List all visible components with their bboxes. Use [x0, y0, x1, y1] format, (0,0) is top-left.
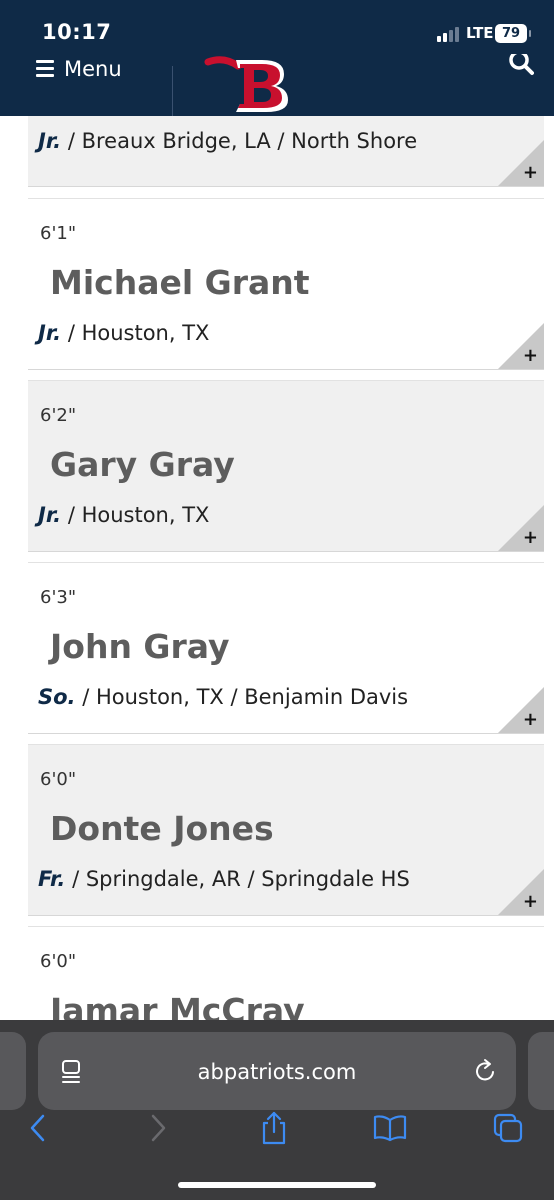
home-indicator [178, 1182, 376, 1188]
player-year: Jr. [38, 503, 62, 527]
menu-label: Menu [64, 57, 122, 78]
player-name[interactable]: John Gray [50, 627, 230, 666]
player-name[interactable]: Donte Jones [50, 809, 274, 848]
expand-toggle[interactable]: + [498, 869, 544, 915]
cellular-signal-icon [437, 27, 459, 42]
previous-tab-preview[interactable] [0, 1032, 26, 1110]
network-type: LTE [466, 24, 494, 42]
team-logo[interactable] [204, 56, 296, 112]
player-details: / Springdale, AR / Springdale HS [65, 867, 410, 891]
plus-icon: + [522, 162, 538, 183]
player-details: / Houston, TX [61, 503, 210, 527]
plus-icon: + [522, 891, 538, 912]
expand-toggle[interactable]: + [498, 505, 544, 551]
player-details: / Breaux Bridge, LA / North Shore [61, 129, 418, 153]
back-icon[interactable] [18, 1108, 58, 1148]
plus-icon: + [522, 709, 538, 730]
battery-icon: 79 [495, 24, 531, 43]
player-card[interactable]: 6'2" Gary Gray Jr. / Houston, TX + [28, 380, 544, 552]
player-name[interactable]: Jamar McCray [50, 991, 305, 1020]
player-height: 6'1" [40, 223, 77, 244]
player-height: 6'0" [40, 951, 77, 972]
expand-toggle[interactable]: + [498, 323, 544, 369]
site-header: 10:17 LTE 79 Menu [0, 0, 554, 116]
tabs-icon[interactable] [488, 1108, 528, 1148]
expand-toggle[interactable]: + [498, 687, 544, 733]
player-height: 6'0" [40, 769, 77, 790]
url-text[interactable]: abpatriots.com [38, 1060, 516, 1084]
hamburger-icon [36, 60, 54, 77]
status-time: 10:17 [42, 20, 112, 44]
player-details: / Houston, TX [61, 321, 210, 345]
forward-icon[interactable] [138, 1108, 178, 1148]
player-height: 6'2" [40, 405, 77, 426]
player-card[interactable]: 6'0" Jamar McCray [28, 926, 544, 1020]
plus-icon: + [522, 527, 538, 548]
player-info: So. / Houston, TX / Benjamin Davis [38, 685, 408, 709]
player-card[interactable]: 6'1" Michael Grant Jr. / Houston, TX + [28, 198, 544, 370]
player-name[interactable]: Michael Grant [50, 263, 310, 302]
player-name[interactable]: Gary Gray [50, 445, 235, 484]
player-card[interactable]: 6'3" John Gray So. / Houston, TX / Benja… [28, 562, 544, 734]
bookmarks-icon[interactable] [370, 1108, 410, 1148]
player-info: Jr. / Breaux Bridge, LA / North Shore [38, 129, 417, 153]
roster-list: Jr. / Breaux Bridge, LA / North Shore + … [0, 116, 554, 1020]
player-year: Jr. [38, 321, 62, 345]
player-details: / Houston, TX / Benjamin Davis [75, 685, 409, 709]
reload-icon[interactable] [474, 1058, 498, 1084]
player-card[interactable]: 6'0" Donte Jones Fr. / Springdale, AR / … [28, 744, 544, 916]
search-icon[interactable] [508, 54, 534, 78]
player-info: Jr. / Houston, TX [38, 503, 209, 527]
plus-icon: + [522, 345, 538, 366]
share-icon[interactable] [254, 1108, 294, 1148]
browser-toolbar: abpatriots.com [0, 1020, 554, 1200]
menu-button[interactable]: Menu [36, 52, 122, 78]
address-bar[interactable]: abpatriots.com [38, 1032, 516, 1110]
player-year: Jr. [38, 129, 62, 153]
player-card[interactable]: Jr. / Breaux Bridge, LA / North Shore + [28, 116, 544, 187]
player-info: Jr. / Houston, TX [38, 321, 209, 345]
player-year: Fr. [38, 867, 66, 891]
next-tab-preview[interactable] [528, 1032, 554, 1110]
expand-toggle[interactable]: + [498, 140, 544, 186]
player-info: Fr. / Springdale, AR / Springdale HS [38, 867, 410, 891]
header-divider [172, 66, 173, 116]
player-height: 6'3" [40, 587, 77, 608]
player-year: So. [38, 685, 76, 709]
